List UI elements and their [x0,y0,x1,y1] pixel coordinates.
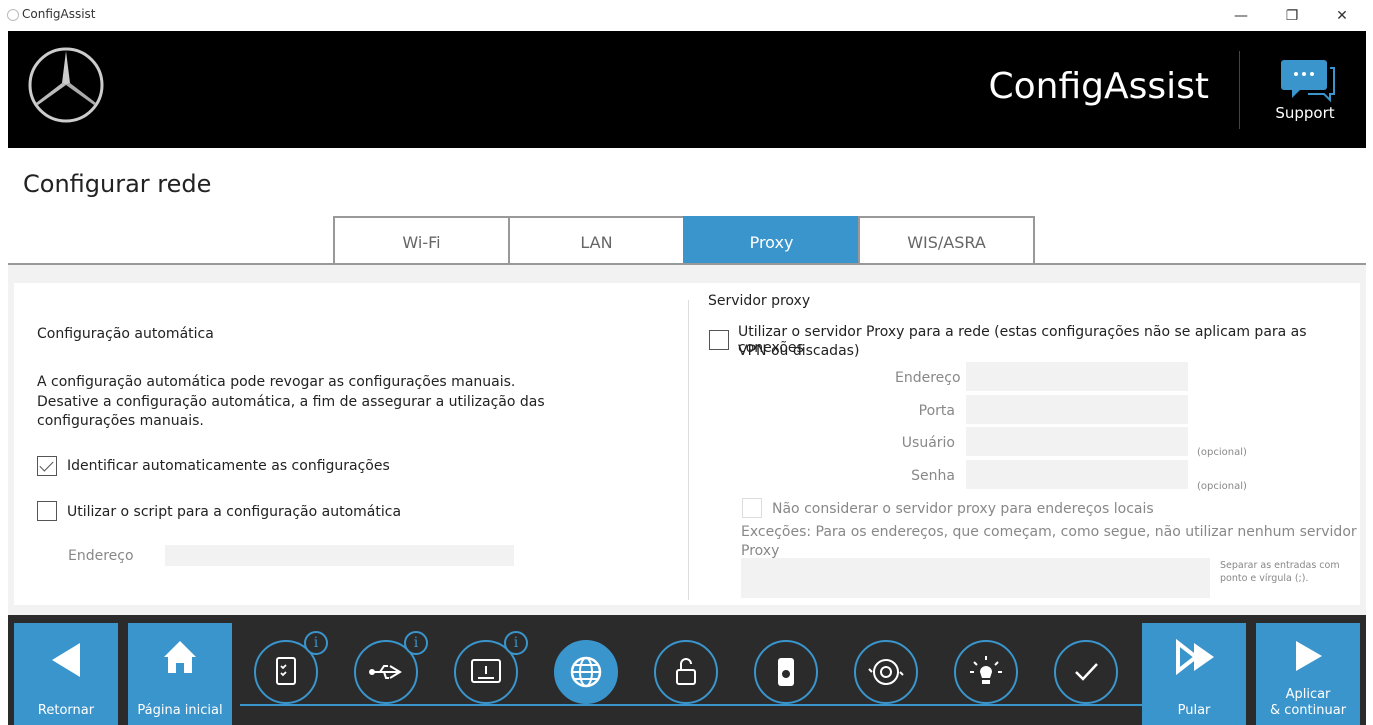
proxy-user-optional: (opcional) [1197,447,1247,458]
bypass-local-label: Não considerar o servidor proxy para end… [772,501,1154,517]
step-usb[interactable]: i [354,631,428,704]
skip-button[interactable]: Pular [1142,623,1246,725]
separator-hint-2: ponto e vírgula (;). [1220,573,1309,584]
skip-icon [1176,638,1214,676]
step-checklist[interactable]: i [254,631,328,704]
tab-wis-asra[interactable]: WIS/ASRA [858,216,1035,264]
proxy-port-label: Porta [918,403,955,419]
proxy-password-input[interactable] [966,460,1188,489]
use-proxy-checkbox[interactable] [709,330,729,350]
proxy-user-label: Usuário [901,435,955,451]
step-sync[interactable] [854,640,918,704]
proxy-address-input[interactable] [966,362,1188,391]
mercedes-star-logo [28,47,104,123]
home-icon [164,641,196,673]
support-label: Support [1275,104,1335,122]
bypass-local-checkbox[interactable] [742,498,762,518]
apply-label: Aplicar & continuar [1256,687,1360,719]
step-security[interactable] [654,640,718,704]
step-complete[interactable] [1054,640,1118,704]
step-device-info-icon[interactable]: i [504,631,528,655]
close-button[interactable]: ✕ [1327,6,1357,26]
auto-script-label: Utilizar o script para a configuração au… [67,504,402,520]
tab-wifi[interactable]: Wi-Fi [333,216,510,264]
minimize-button[interactable]: — [1226,6,1256,26]
support-button[interactable]: Support [1270,56,1340,126]
sync-icon [868,659,904,685]
page-title: Configurar rede [23,170,212,198]
auto-config-description-1: A configuração automática pode revogar a… [37,374,516,390]
light-icon [970,656,1002,684]
identify-auto-checkbox[interactable] [37,456,57,476]
skip-label: Pular [1177,703,1211,718]
globe-icon [570,656,602,688]
tab-bar: Wi-Fi LAN Proxy WIS/ASRA [333,216,1035,264]
home-button[interactable]: Página inicial [128,623,232,725]
exceptions-input[interactable] [741,558,1210,598]
use-proxy-label-2: VPN ou discadas) [738,343,860,359]
proxy-address-label: Endereço [895,370,961,386]
chat-bubble-icon [1281,60,1335,103]
script-address-input[interactable] [165,545,514,566]
tab-proxy[interactable]: Proxy [683,216,860,264]
back-button[interactable]: Retornar [14,623,118,725]
step-hardware[interactable] [754,640,818,704]
auto-config-description-2: Desative a configuração automática, a fi… [37,394,545,410]
window-titlebar: ConfigAssist — ❐ ✕ [0,0,1373,31]
step-light[interactable] [954,640,1018,704]
restore-button[interactable]: ❐ [1277,6,1307,26]
apply-continue-button[interactable]: Aplicar & continuar [1256,623,1360,725]
brand-title: ConfigAssist [988,66,1209,107]
separator-hint-1: Separar as entradas com [1220,560,1340,571]
auto-config-description-3: configurações manuais. [37,413,204,429]
proxy-user-input[interactable] [966,427,1188,456]
auto-script-checkbox[interactable] [37,501,57,521]
exceptions-label-1: Exceções: Para os endereços, que começam… [741,524,1357,540]
lock-icon [676,658,696,685]
exceptions-label-2: Proxy [741,543,780,559]
app-header: ConfigAssist Support [8,31,1366,148]
identify-auto-label: Identificar automaticamente as configura… [67,458,390,474]
check-icon [1075,663,1098,681]
footer-nav: Retornar Página inicial i i i Pular Apli… [8,615,1366,725]
step-device-info[interactable]: i [454,631,528,704]
progress-line [240,704,1144,706]
home-label: Página inicial [137,703,223,718]
step-usb-info-icon[interactable]: i [404,631,428,655]
back-arrow-icon [52,643,80,677]
header-divider [1239,51,1240,129]
proxy-password-label: Senha [911,468,955,484]
app-icon [7,9,19,21]
step-checklist-info-icon[interactable]: i [304,631,328,655]
proxy-port-input[interactable] [966,395,1188,424]
proxy-password-optional: (opcional) [1197,481,1247,492]
forward-arrow-icon [1296,641,1322,671]
section-divider [688,300,689,600]
tab-lan[interactable]: LAN [508,216,685,264]
window-title: ConfigAssist [22,7,96,21]
apply-label-line-2: & continuar [1269,703,1347,718]
auto-config-heading: Configuração automática [37,326,214,342]
apply-label-line-1: Aplicar [1285,687,1331,702]
script-address-label: Endereço [68,548,134,564]
back-label: Retornar [37,703,95,718]
step-network-active[interactable] [554,640,618,704]
hardware-icon [778,658,794,686]
proxy-heading: Servidor proxy [708,293,811,309]
